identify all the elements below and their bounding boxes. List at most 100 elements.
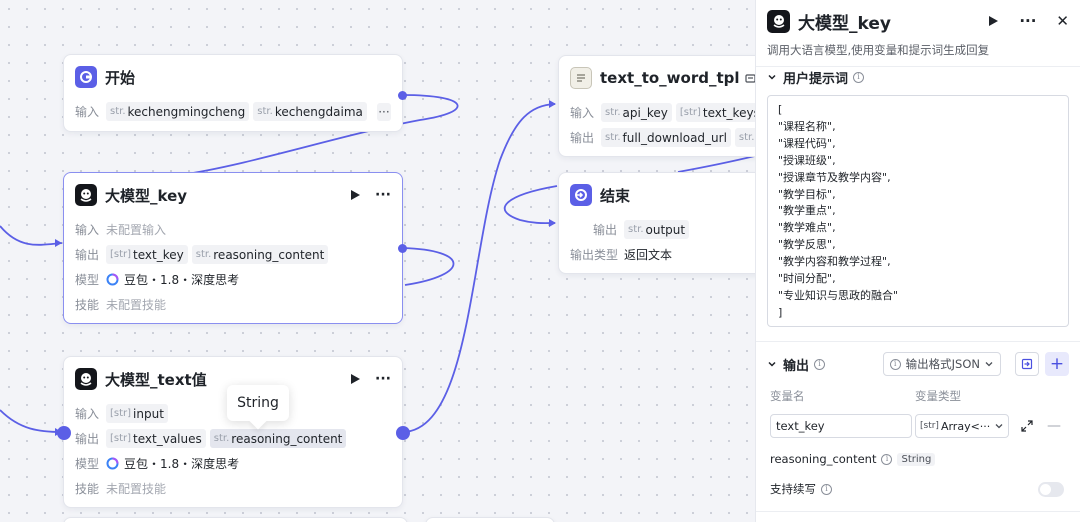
var-tag: str. api_key xyxy=(601,103,672,122)
info-icon[interactable]: i xyxy=(821,483,832,495)
var-type-select[interactable]: [str] Array<··· xyxy=(915,414,1009,438)
node-title: 大模型_text值 xyxy=(105,370,207,389)
input-label: 输入 xyxy=(75,105,100,119)
more-vars-button[interactable]: ··· xyxy=(376,102,391,121)
doubao-logo-icon xyxy=(106,457,119,470)
var-tag-hovered[interactable]: str. reasoning_content xyxy=(209,429,347,448)
input-value: 未配置输入 xyxy=(106,223,167,237)
input-label: 输入 xyxy=(75,223,100,237)
model-label: 模型 xyxy=(75,273,100,287)
plugin-icon xyxy=(744,73,755,83)
output-type-value: 返回文本 xyxy=(624,248,673,262)
panel-title[interactable]: 大模型_key xyxy=(798,9,891,34)
node-config-panel: 大模型_key ··· ✕ 调用大语言模型,使用变量和提示词生成回复 用户提示词… xyxy=(755,0,1080,522)
play-icon[interactable] xyxy=(987,15,999,27)
var-tag: str. kechengdaima xyxy=(253,102,367,121)
info-icon[interactable]: i xyxy=(853,71,865,83)
node-end[interactable]: 结束 输出 str. output 输出类型 返回文本 xyxy=(558,172,755,274)
info-icon: i xyxy=(889,358,901,370)
play-icon[interactable] xyxy=(349,189,361,201)
edge-out-right xyxy=(677,155,755,173)
llm-icon xyxy=(75,368,97,390)
chevron-down-icon[interactable] xyxy=(767,72,777,82)
var-tag: str. output xyxy=(624,220,690,239)
edge-text-to-tpl xyxy=(402,103,556,433)
edge-tpl-to-end xyxy=(503,185,558,225)
add-output-button[interactable]: + xyxy=(1045,352,1069,376)
type-tooltip: String xyxy=(227,385,289,421)
skill-label: 技能 xyxy=(75,482,100,496)
info-icon[interactable]: i xyxy=(881,453,893,465)
more-button[interactable]: ··· xyxy=(1019,12,1036,30)
node-title: 结束 xyxy=(600,186,631,205)
doubao-logo-icon xyxy=(106,273,119,286)
var-tag: str. reasoning_content xyxy=(191,245,329,264)
node-llm-key[interactable]: 大模型_key ··· 输入 未配置输入 输出 [str] text_key st… xyxy=(63,172,407,324)
col-var-type: 变量类型 xyxy=(915,389,961,403)
model-label: 模型 xyxy=(75,457,100,471)
output-type-label: 输出类型 xyxy=(570,248,619,262)
var-tag: str. full_download_url xyxy=(601,128,731,147)
chevron-down-icon xyxy=(985,362,993,367)
workflow-canvas[interactable]: 开始 输入 str. kechengmingcheng str. kechengda… xyxy=(0,0,755,522)
info-icon[interactable]: i xyxy=(814,358,826,370)
node-llm-text[interactable]: 大模型_text值 ··· 输入 [str] input 输出 [str] text… xyxy=(57,356,410,508)
chevron-down-icon xyxy=(995,424,1003,429)
var-tag: str. kechengmingcheng xyxy=(106,102,250,121)
import-button[interactable] xyxy=(1015,352,1039,376)
node-partial-bottom[interactable] xyxy=(63,517,408,522)
model-value: 豆包・1.8・深度思考 xyxy=(106,455,239,472)
type-chip: String xyxy=(897,452,936,466)
skill-label: 技能 xyxy=(75,298,100,312)
llm-icon xyxy=(75,184,97,206)
node-title: text_to_word_tpl xyxy=(600,69,740,87)
node-partial-bottom[interactable] xyxy=(425,517,555,522)
document-icon xyxy=(570,67,592,89)
reasoning-content-label: reasoning_content xyxy=(770,452,877,466)
node-title: 开始 xyxy=(105,68,136,87)
var-tag: str.m xyxy=(734,128,755,147)
output-format-select[interactable]: i 输出格式JSON xyxy=(882,352,1001,376)
edge-key-out xyxy=(402,247,455,286)
continue-toggle[interactable] xyxy=(1038,481,1064,497)
input-label: 输入 xyxy=(75,407,100,421)
node-text-to-word-tpl[interactable]: text_to_word_tpl 输入 str. api_key [str] tex… xyxy=(558,55,755,157)
user-prompt-editor[interactable]: ["课程名称", "课程代码", "授课班级", "授课章节及教学内容", "教学目标"… xyxy=(767,95,1069,327)
var-name-input[interactable]: text_key xyxy=(770,414,912,438)
output-port[interactable] xyxy=(398,91,407,100)
output-port[interactable] xyxy=(398,244,407,253)
play-icon[interactable] xyxy=(349,373,361,385)
var-tag: [str] text_key xyxy=(106,245,188,264)
model-value: 豆包・1.8・深度思考 xyxy=(106,271,239,288)
output-port[interactable] xyxy=(396,426,410,440)
llm-icon xyxy=(767,9,790,33)
skill-value: 未配置技能 xyxy=(106,298,167,312)
input-port[interactable] xyxy=(57,426,71,440)
close-icon[interactable]: ✕ xyxy=(1056,12,1069,30)
col-var-name: 变量名 xyxy=(770,389,805,403)
edge-loop-key-in xyxy=(0,225,63,246)
expand-icon[interactable] xyxy=(1021,420,1033,432)
input-label: 输入 xyxy=(570,106,595,120)
output-label: 输出 xyxy=(75,248,100,262)
node-title: 大模型_key xyxy=(105,186,188,205)
var-tag: [str] text_values xyxy=(106,429,206,448)
node-start[interactable]: 开始 输入 str. kechengmingcheng str. kechengda… xyxy=(63,54,407,132)
start-icon xyxy=(75,66,97,88)
var-tag: [str] text_keys xyxy=(675,103,755,122)
output-label: 输出 xyxy=(570,131,595,145)
more-button[interactable]: ··· xyxy=(375,371,391,387)
continue-label: 支持续写 xyxy=(770,482,816,496)
skill-value: 未配置技能 xyxy=(106,482,167,496)
section-title-output: 输出 xyxy=(783,358,810,374)
var-tag: [str] input xyxy=(106,404,168,423)
more-button[interactable]: ··· xyxy=(375,187,391,203)
chevron-down-icon[interactable] xyxy=(767,359,777,369)
section-title-user-prompt: 用户提示词 xyxy=(783,71,849,87)
end-icon xyxy=(570,184,592,206)
output-label: 输出 xyxy=(593,223,618,237)
remove-icon[interactable]: — xyxy=(1047,418,1061,434)
edge-loop-text-in xyxy=(0,409,63,433)
output-label: 输出 xyxy=(75,432,100,446)
panel-description: 调用大语言模型,使用变量和提示词生成回复 xyxy=(767,43,990,57)
